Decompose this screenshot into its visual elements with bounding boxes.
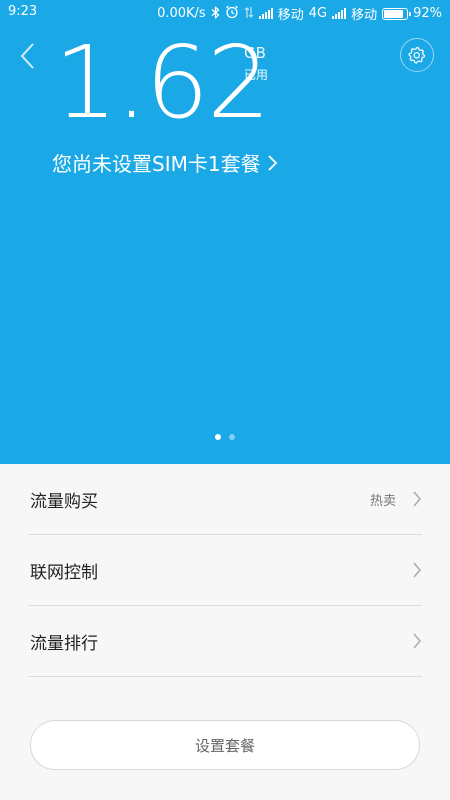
signal-strength-1-icon — [258, 8, 273, 19]
data-usage-value: 1.62 — [54, 24, 271, 141]
network-speed: 0.00K/s — [157, 6, 206, 21]
menu-item-network-control[interactable]: 联网控制 — [28, 535, 422, 606]
page-dot-2 — [229, 434, 235, 440]
back-button[interactable] — [14, 38, 44, 74]
chevron-right-icon — [267, 154, 277, 171]
data-transfer-icon — [244, 6, 254, 22]
settings-button[interactable] — [400, 38, 434, 72]
gear-icon — [408, 46, 426, 64]
battery-icon — [382, 7, 412, 20]
status-right-group: 0.00K/s 移动 4G 移动 92% — [157, 4, 442, 23]
chevron-right-icon — [413, 633, 421, 649]
data-usage-unit: GB — [244, 44, 266, 62]
alarm-icon — [225, 5, 239, 22]
menu-item-label: 流量排行 — [30, 633, 98, 654]
chevron-left-icon — [20, 43, 34, 69]
data-usage-caption: 已用 — [244, 68, 269, 82]
menu-item-data-ranking[interactable]: 流量排行 — [28, 606, 422, 677]
battery-percent: 92% — [413, 6, 442, 21]
hot-sale-badge: 热卖 — [369, 494, 396, 509]
menu-item-label: 联网控制 — [30, 562, 98, 583]
signal-strength-2-icon — [332, 8, 347, 19]
status-time: 9:23 — [8, 4, 38, 19]
menu-list: 流量购买 热卖 联网控制 流量排行 — [0, 464, 450, 677]
battery-level-fill — [384, 9, 404, 18]
menu-item-label: 流量购买 — [30, 491, 98, 512]
chevron-right-icon — [413, 562, 421, 578]
sim-plan-notice-link[interactable]: 您尚未设置SIM卡1套餐 — [52, 148, 279, 177]
chevron-right-icon — [413, 491, 421, 507]
usage-hero-panel: 9:23 0.00K/s 移动 4G 移动 92% 1.62 GB 已用 您尚未… — [0, 0, 450, 464]
page-dot-1 — [215, 434, 221, 440]
page-indicator — [0, 434, 450, 440]
sim-plan-notice-label: 您尚未设置SIM卡1套餐 — [52, 152, 261, 176]
setup-plan-button[interactable]: 设置套餐 — [30, 720, 420, 770]
status-bar: 9:23 0.00K/s 移动 4G 移动 92% — [0, 0, 450, 24]
carrier-2: 移动 — [351, 8, 378, 23]
carrier-1: 移动 — [277, 8, 304, 23]
bluetooth-icon — [211, 6, 220, 22]
network-type-1: 4G — [308, 6, 328, 21]
menu-item-buy-data[interactable]: 流量购买 热卖 — [28, 464, 422, 535]
